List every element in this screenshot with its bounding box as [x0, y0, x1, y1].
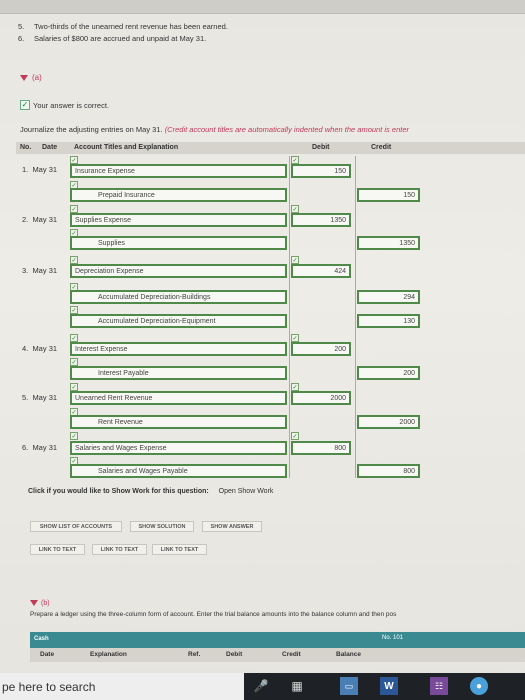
check-indicator-icon: ✓ [291, 432, 299, 440]
journal-table-header: No. Date Account Titles and Explanation … [16, 142, 525, 154]
file-explorer-icon[interactable]: ▭ [340, 677, 358, 695]
ledger-account-number: No. 101 [382, 635, 404, 641]
entry-6-debit-account[interactable]: Salaries and Wages Expense [70, 441, 287, 455]
checkmark-icon: ✓ [20, 100, 30, 110]
entry-4-credit-account[interactable]: Interest Payable [70, 366, 287, 380]
collapse-triangle-icon [30, 600, 38, 607]
check-indicator-icon: ✓ [70, 205, 78, 213]
entry-2-credit-amount[interactable]: 1350 [357, 236, 420, 250]
collapse-triangle-icon [20, 74, 28, 81]
check-indicator-icon: ✓ [291, 383, 299, 391]
entry-4-debit-account[interactable]: Interest Expense [70, 342, 287, 356]
check-indicator-icon: ✓ [70, 358, 78, 366]
entry-3-credit-account[interactable]: Accumulated Depreciation-Buildings [70, 290, 287, 304]
check-indicator-icon: ✓ [291, 256, 299, 264]
microphone-icon[interactable]: 🎤 [252, 677, 270, 695]
check-indicator-icon: ✓ [70, 432, 78, 440]
requirement-6: 6. Salaries of $800 are accrued and unpai… [18, 34, 207, 43]
entry-3-credit-amount-2[interactable]: 130 [357, 314, 420, 328]
show-list-of-accounts-button[interactable]: SHOW LIST OF ACCOUNTS [30, 521, 122, 532]
check-indicator-icon: ✓ [70, 334, 78, 342]
entry-5-debit-amount[interactable]: 2000 [291, 391, 351, 405]
link-to-text-button-1[interactable]: LINK TO TEXT [30, 544, 85, 555]
ledger-account-name[interactable]: Cash [34, 636, 49, 642]
entry-6-credit-account[interactable]: Salaries and Wages Payable [70, 464, 287, 478]
entry-1-debit-account[interactable]: Insurance Expense [70, 164, 287, 178]
check-indicator-icon: ✓ [291, 205, 299, 213]
entry-1-label: 1. May 31 [22, 165, 58, 174]
correct-banner: ✓ Your answer is correct. [20, 100, 110, 110]
entry-6-credit-amount[interactable]: 800 [357, 464, 420, 478]
check-indicator-icon: ✓ [70, 306, 78, 314]
entry-6-debit-amount[interactable]: 800 [291, 441, 351, 455]
check-indicator-icon: ✓ [70, 256, 78, 264]
entry-3-credit-amount[interactable]: 294 [357, 290, 420, 304]
open-show-work-link[interactable]: Open Show Work [219, 488, 274, 495]
entry-4-label: 4. May 31 [22, 344, 58, 353]
entry-4-credit-amount[interactable]: 200 [357, 366, 420, 380]
taskbar-search-input[interactable]: pe here to search [0, 673, 244, 700]
entry-3-debit-amount[interactable]: 424 [291, 264, 351, 278]
entry-1-credit-account[interactable]: Prepaid Insurance [70, 188, 287, 202]
part-b-instruction: Prepare a ledger using the three-column … [30, 611, 397, 618]
entry-3-debit-account[interactable]: Depreciation Expense [70, 264, 287, 278]
part-a-instruction: Journalize the adjusting entries on May … [20, 125, 409, 134]
entry-6-label: 6. May 31 [22, 443, 58, 452]
divider-credit [355, 156, 356, 478]
entry-5-credit-amount[interactable]: 2000 [357, 415, 420, 429]
requirement-5: 5. Two-thirds of the unearned rent revenu… [18, 22, 228, 31]
part-b-toggle[interactable]: (b) [30, 600, 50, 607]
entry-5-debit-account[interactable]: Unearned Rent Revenue [70, 391, 287, 405]
entry-2-debit-amount[interactable]: 1350 [291, 213, 351, 227]
entry-3-credit-account-2[interactable]: Accumulated Depreciation-Equipment [70, 314, 287, 328]
entry-2-debit-account[interactable]: Supplies Expense [70, 213, 287, 227]
entry-2-credit-account[interactable]: Supplies [70, 236, 287, 250]
check-indicator-icon: ✓ [70, 383, 78, 391]
entry-2-label: 2. May 31 [22, 215, 58, 224]
show-work-prompt: Click if you would like to Show Work for… [28, 488, 274, 495]
entry-1-credit-amount[interactable]: 150 [357, 188, 420, 202]
word-app-icon[interactable]: W [380, 677, 398, 695]
entry-4-debit-amount[interactable]: 200 [291, 342, 351, 356]
show-solution-button[interactable]: SHOW SOLUTION [130, 521, 194, 532]
ledger-account-bar: Cash No. 101 [30, 632, 525, 648]
check-indicator-icon: ✓ [70, 156, 78, 164]
entry-1-debit-amount[interactable]: 150 [291, 164, 351, 178]
browser-icon[interactable]: ● [470, 677, 488, 695]
part-a-toggle[interactable]: (a) [20, 73, 42, 82]
calendar-app-icon[interactable]: ☷ [430, 677, 448, 695]
check-indicator-icon: ✓ [291, 156, 299, 164]
check-indicator-icon: ✓ [291, 334, 299, 342]
screen: 5. Two-thirds of the unearned rent revenu… [0, 0, 525, 700]
show-answer-button[interactable]: SHOW ANSWER [202, 521, 262, 532]
divider-debit [289, 156, 290, 478]
entry-3-label: 3. May 31 [22, 266, 58, 275]
ledger-header: Date Explanation Ref. Debit Credit Balan… [30, 648, 525, 662]
top-strip [0, 0, 525, 14]
taskbar: pe here to search 🎤 ▦ ▭ W ☷ ● [0, 673, 525, 700]
link-to-text-button-3[interactable]: LINK TO TEXT [152, 544, 207, 555]
entry-5-credit-account[interactable]: Rent Revenue [70, 415, 287, 429]
link-to-text-button-2[interactable]: LINK TO TEXT [92, 544, 147, 555]
task-view-icon[interactable]: ▦ [288, 677, 306, 695]
entry-5-label: 5. May 31 [22, 393, 58, 402]
